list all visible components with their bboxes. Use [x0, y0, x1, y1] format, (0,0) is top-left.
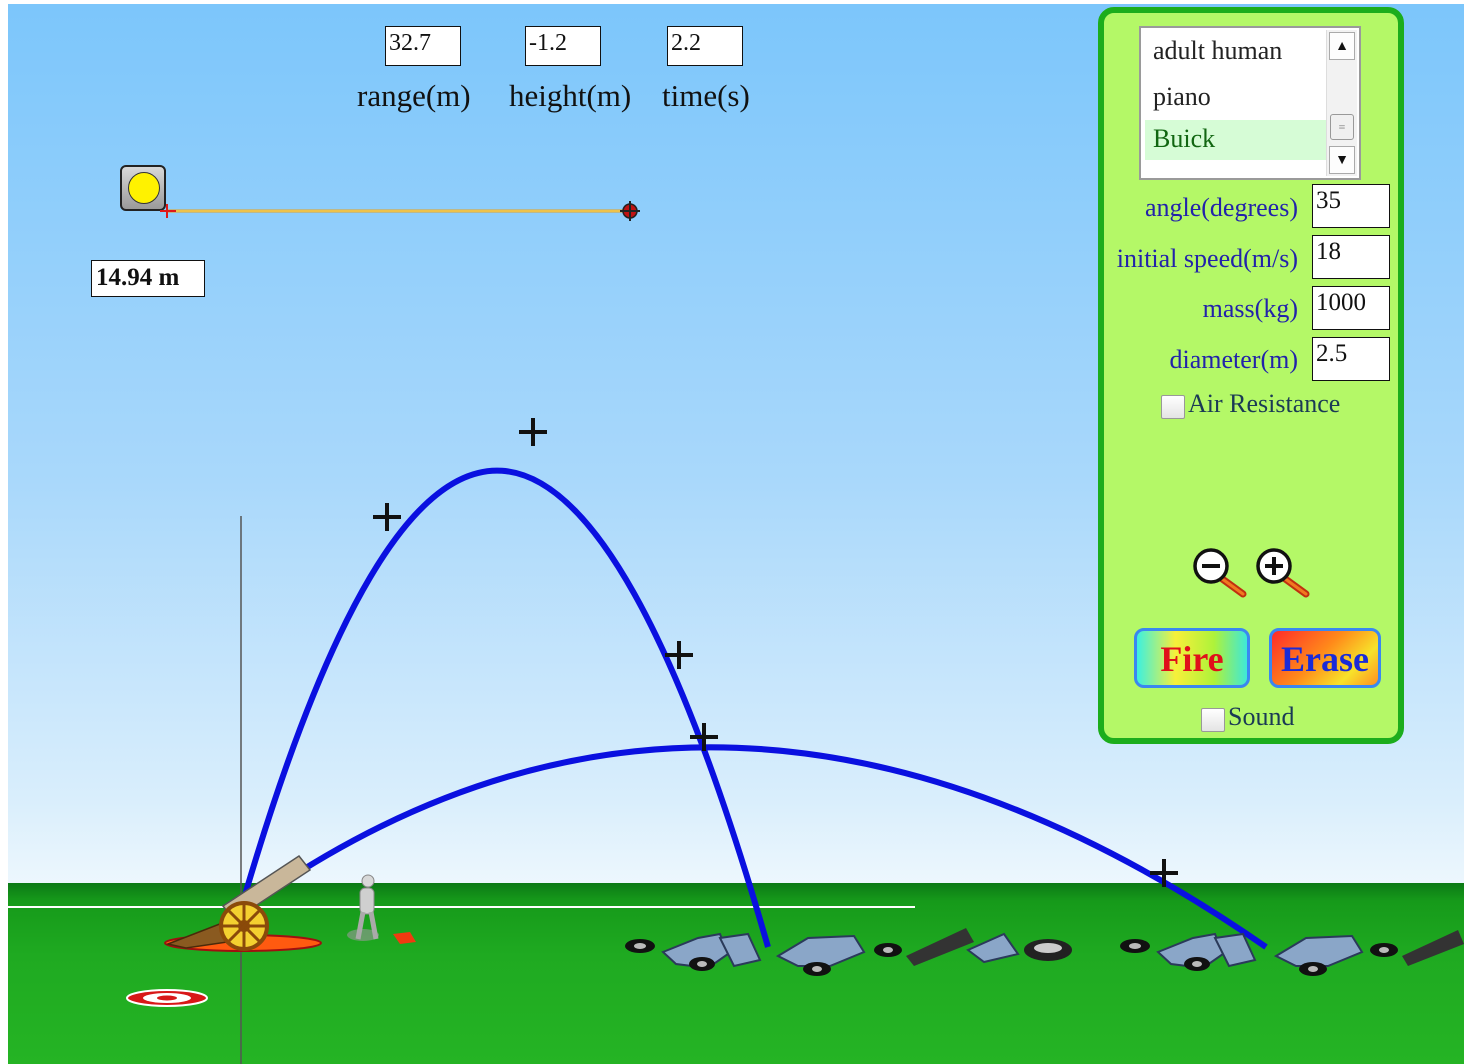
angle-input[interactable]: 35	[1312, 184, 1390, 228]
simulation-stage[interactable]: 32.7 -1.2 2.2 range(m) height(m) time(s)…	[8, 4, 1464, 1064]
diameter-label: diameter(m)	[1169, 345, 1299, 374]
mass-label: mass(kg)	[1202, 294, 1298, 323]
projectile-option[interactable]: adult human	[1145, 32, 1327, 72]
erase-button[interactable]: Erase	[1269, 628, 1381, 688]
zoom-in-icon[interactable]	[1254, 546, 1318, 602]
scroll-thumb[interactable]: ≡	[1330, 114, 1354, 140]
projectile-option[interactable]: piano	[1145, 78, 1327, 118]
mass-input[interactable]: 1000	[1312, 286, 1390, 330]
fire-button[interactable]: Fire	[1134, 628, 1250, 688]
angle-label: angle(degrees)	[1144, 193, 1298, 222]
buick-wreck	[625, 928, 1072, 976]
listbox-scrollbar[interactable]: ▲ ≡ ▼	[1326, 30, 1357, 176]
scroll-down-icon[interactable]: ▼	[1329, 146, 1355, 174]
time-marker	[1150, 859, 1178, 887]
scroll-up-icon[interactable]: ▲	[1329, 32, 1355, 60]
projectile-option-selected[interactable]: Buick	[1145, 120, 1327, 160]
diameter-input[interactable]: 2.5	[1312, 337, 1390, 381]
tape-end-target[interactable]	[620, 201, 640, 221]
sound-label: Sound	[1228, 702, 1295, 731]
initial-speed-label: initial speed(m/s)	[1116, 244, 1298, 273]
target[interactable]	[126, 989, 208, 1007]
trajectory-low-arc	[238, 744, 1268, 950]
time-marker	[373, 503, 401, 531]
cannon[interactable]	[164, 854, 322, 952]
zoom-out-icon[interactable]	[1191, 546, 1255, 602]
air-resistance-checkbox[interactable]	[1161, 395, 1185, 419]
initial-speed-input[interactable]: 18	[1312, 235, 1390, 279]
air-resistance-label: Air Resistance	[1188, 389, 1341, 418]
sound-checkbox[interactable]	[1201, 708, 1225, 732]
trajectory-high-arc	[237, 467, 771, 948]
projectile-listbox[interactable]: adult human piano Buick ▲ ≡ ▼	[1139, 26, 1361, 180]
buick-wreck	[1120, 930, 1464, 976]
human-figure	[347, 874, 416, 944]
time-markers	[373, 418, 1178, 887]
tape-start-marker	[160, 204, 176, 218]
control-panel: adult human piano Buick ▲ ≡ ▼ angle(degr…	[1098, 7, 1404, 744]
time-marker	[519, 418, 547, 446]
